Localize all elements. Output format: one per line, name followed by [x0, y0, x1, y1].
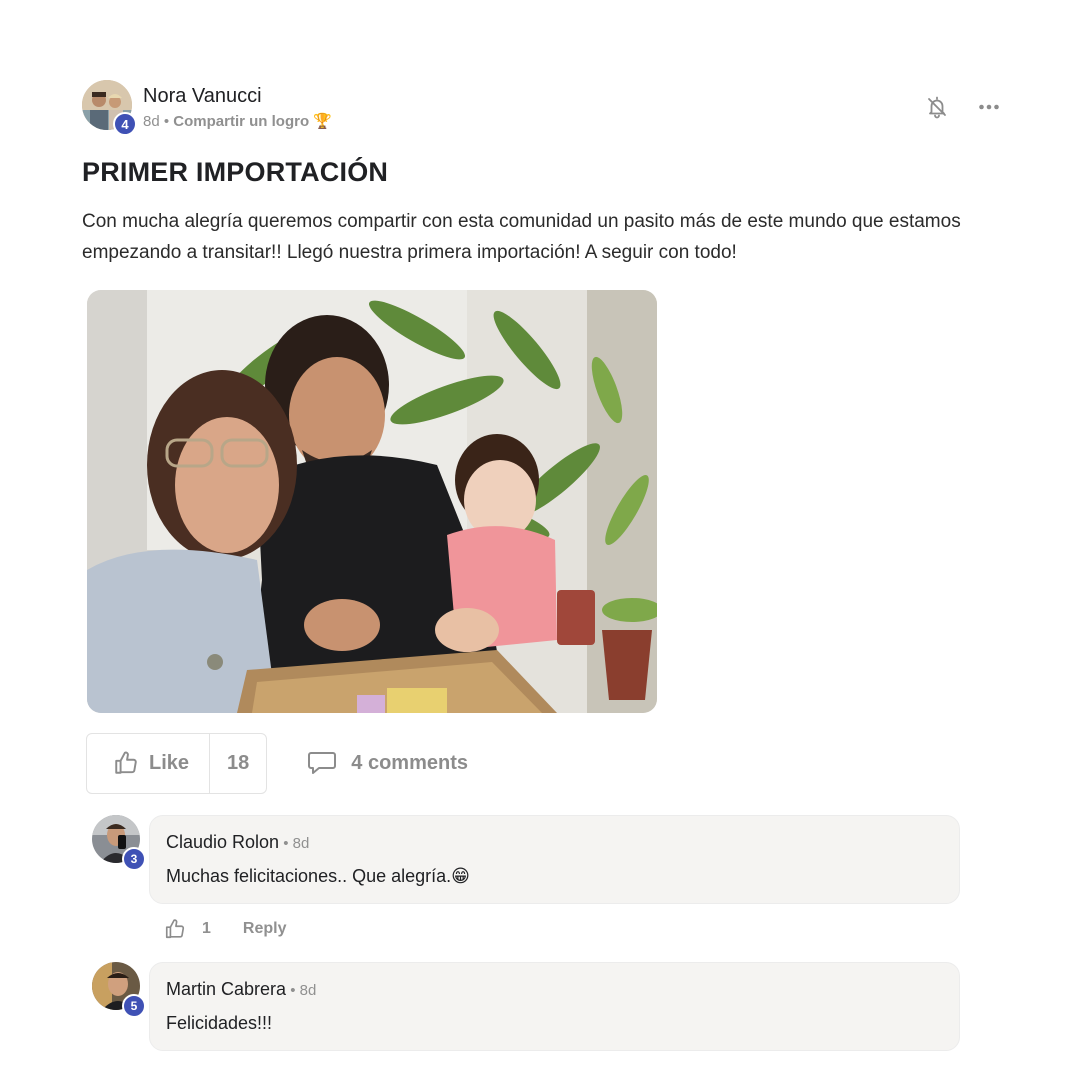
post-body: Con mucha alegría queremos compartir con… — [82, 211, 961, 263]
comment-bubble: Claudio Rolon • 8d Muchas felicitaciones… — [149, 815, 960, 904]
commenter-avatar-wrapper[interactable]: 5 — [92, 962, 146, 1018]
more-horizontal-icon[interactable] — [976, 94, 1002, 120]
comment-author-line: Claudio Rolon • 8d — [166, 831, 943, 855]
comment-author-line: Martin Cabrera • 8d — [166, 978, 943, 1002]
post-header: 4 Nora Vanucci 8d • Compartir un logro 🏆 — [82, 80, 1002, 136]
trophy-icon: 🏆 — [313, 113, 332, 130]
post-photo[interactable] — [87, 290, 657, 713]
comment-like-count: 1 — [202, 920, 211, 937]
comment-time: • 8d — [286, 982, 317, 999]
like-control: Like 18 — [86, 732, 268, 794]
level-badge: 4 — [113, 112, 137, 136]
reply-button[interactable]: Reply — [243, 920, 287, 938]
comment: 5 Martin Cabrera • 8d Felicidades!!! — [92, 962, 1002, 1051]
post-title: PRIMER IMPORTACIÓN — [82, 157, 389, 187]
like-count[interactable]: 18 — [209, 733, 266, 793]
post-age: 8d — [143, 113, 160, 130]
comment-actions: 1 Reply — [164, 918, 1002, 940]
comment: 3 Claudio Rolon • 8d Muchas felicitacion… — [92, 815, 1002, 940]
meta-separator: • — [159, 113, 174, 130]
post-meta: 8d • Compartir un logro 🏆 — [143, 113, 332, 131]
level-badge: 5 — [122, 994, 146, 1018]
comment-bubble-icon — [308, 752, 337, 774]
family-photo-illustration — [87, 290, 657, 713]
post-category[interactable]: Compartir un logro — [173, 113, 309, 130]
author-block: Nora Vanucci 8d • Compartir un logro 🏆 — [143, 84, 332, 131]
thumbs-up-icon — [115, 751, 137, 774]
post-header-actions — [924, 94, 1002, 120]
comment-text-body: Muchas felicitaciones.. Que alegría. — [166, 866, 452, 886]
comment-text: Muchas felicitaciones.. Que alegría.😁 — [166, 865, 943, 887]
comment-text: Felicidades!!! — [166, 1013, 273, 1033]
comment-bubble: Martin Cabrera • 8d Felicidades!!! — [149, 962, 960, 1051]
grin-emoji-icon: 😁 — [451, 866, 470, 886]
level-badge: 3 — [122, 847, 146, 871]
like-button[interactable]: Like — [87, 734, 209, 793]
comments-button[interactable]: 4 comments — [307, 750, 468, 776]
comment-author[interactable]: Claudio Rolon — [166, 832, 279, 852]
comments-count-label: 4 comments — [351, 751, 468, 774]
like-label: Like — [149, 751, 190, 774]
thumbs-up-icon[interactable] — [164, 918, 186, 940]
author-name[interactable]: Nora Vanucci — [143, 84, 332, 108]
post-card: 4 Nora Vanucci 8d • Compartir un logro 🏆 — [82, 80, 1002, 1051]
author-avatar-wrapper[interactable]: 4 — [82, 80, 137, 136]
comment-time: • 8d — [279, 835, 310, 852]
commenter-avatar-wrapper[interactable]: 3 — [92, 815, 146, 871]
post-actions: Like 18 4 comments — [86, 732, 1002, 794]
bell-off-icon[interactable] — [924, 94, 950, 120]
comment-author[interactable]: Martin Cabrera — [166, 979, 286, 999]
